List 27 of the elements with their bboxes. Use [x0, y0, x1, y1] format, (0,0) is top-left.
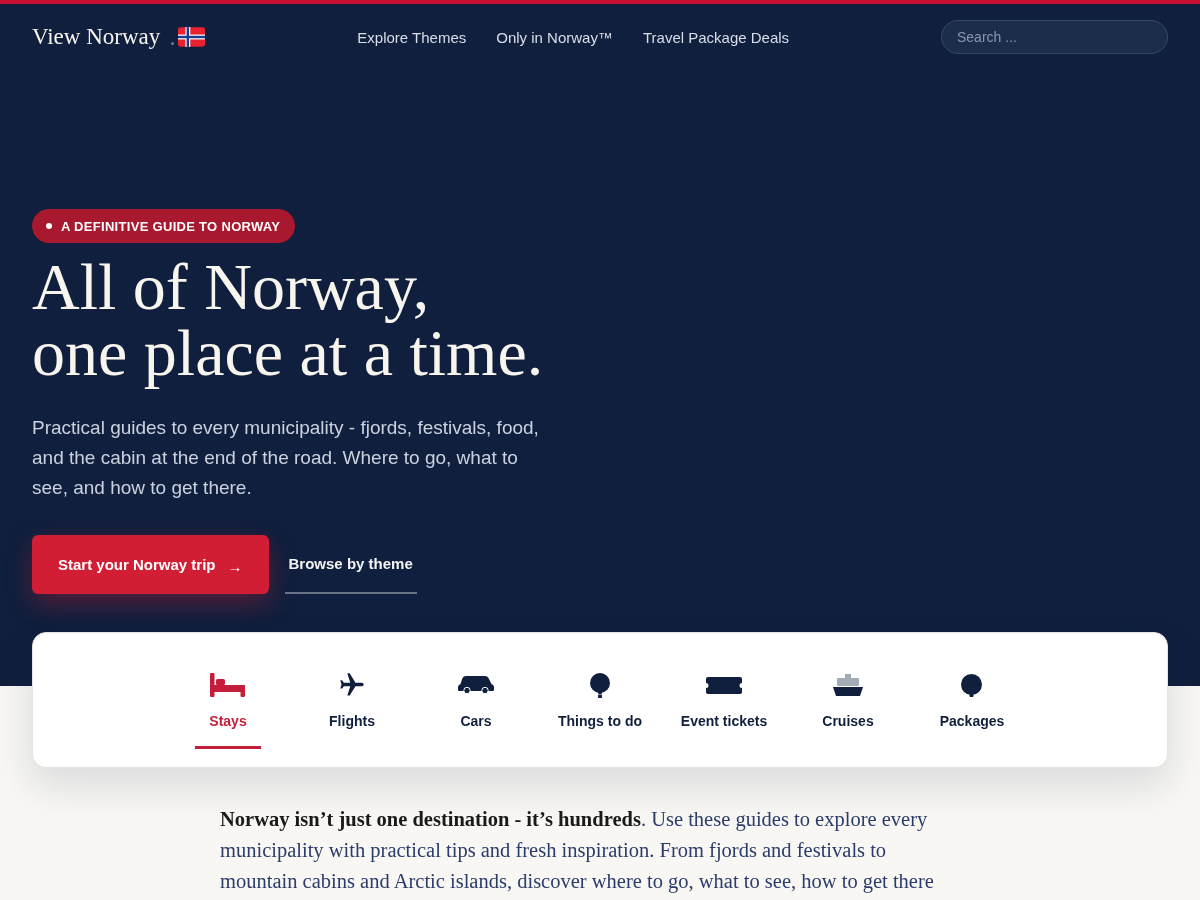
- tagline-text: A DEFINITIVE GUIDE TO NORWAY: [61, 218, 281, 234]
- dot-icon: [171, 41, 175, 45]
- nav-link[interactable]: Travel Package Deals: [642, 28, 790, 46]
- category-tab[interactable]: Cruises: [808, 671, 888, 749]
- nav-link[interactable]: Only in Norway™: [496, 28, 613, 46]
- car-icon: [458, 676, 494, 694]
- bullet-icon: [46, 223, 52, 229]
- flag-icon: [178, 27, 206, 47]
- ship-icon: [833, 674, 863, 696]
- bed-icon: [210, 673, 246, 697]
- start-trip-button[interactable]: Start your Norway trip →: [32, 535, 269, 594]
- category-tab[interactable]: Things to do: [544, 671, 656, 749]
- search-field[interactable]: Search ...: [941, 20, 1168, 54]
- circle-icon: [961, 673, 983, 697]
- nav-link[interactable]: Explore Themes: [357, 28, 467, 46]
- ticket-icon: [706, 676, 742, 694]
- category-tab[interactable]: Flights: [315, 671, 389, 749]
- category-tab[interactable]: Cars: [444, 671, 508, 749]
- category-tab[interactable]: Stays: [195, 671, 261, 749]
- category-tab[interactable]: Event tickets: [666, 671, 782, 749]
- intro-paragraph: Norway isn’t just one destination - it’s hundreds. Use these guides to explore every municipality with practical tips and fresh inspiration. From fjords and festivals to mountain cabins and Arctic islands, discover where to go, what to see, how to get there: [220, 807, 935, 895]
- site-logo[interactable]: View Norway: [32, 24, 161, 50]
- category-tab[interactable]: Packages: [925, 671, 1019, 749]
- airplane-icon: [338, 671, 366, 699]
- balloon-icon: [590, 672, 610, 698]
- hero-description: Practical guides to every municipality - fjords, festivals, food, and the cabin at the end of the road. Where to go, what to see, and how to get there.: [32, 416, 540, 500]
- browse-theme-link[interactable]: Browse by theme: [284, 535, 417, 594]
